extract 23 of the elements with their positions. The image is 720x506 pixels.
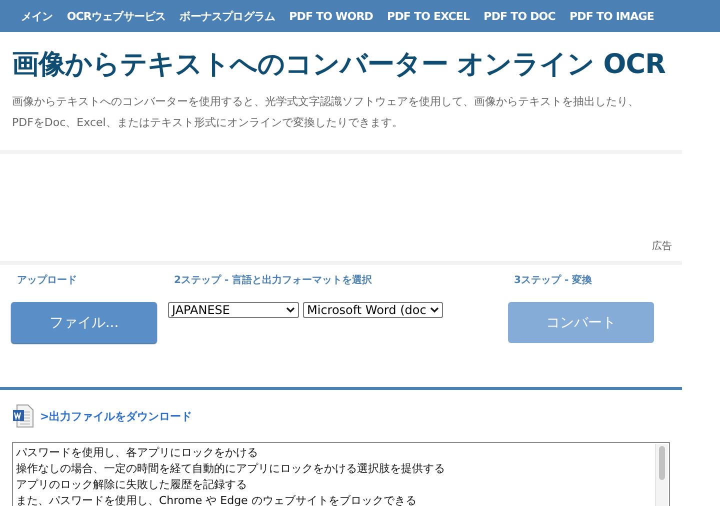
format-select[interactable]: Microsoft Word (doc (303, 302, 444, 318)
ad-label: 広告 (652, 240, 672, 253)
description-text: PDFをDoc、Excel、またはテキスト形式にオンラインで変換したりできます。 (12, 115, 404, 131)
nav-link[interactable]: ボーナスプログラム (172, 8, 282, 24)
chevron-icon (286, 307, 295, 313)
step-heading: 3ステップ - 変換 (514, 273, 594, 287)
description-text: 画像からテキストへのコンバーターを使用すると、光学式文字認識ソフトウェアを使用して、画像からテキストを抽出したり、 (12, 94, 640, 110)
chevron-icon (430, 307, 440, 313)
step-heading: 2ステップ - 言語と出力フォーマットを選択 (174, 273, 374, 287)
download-link[interactable]: >出力ファイルをダウンロード (40, 408, 192, 424)
file-button[interactable]: ファイル... (11, 302, 157, 343)
page-title: 画像からテキストへのコンバーター オンライン OCR (12, 48, 666, 82)
step-heading: アップロード (17, 273, 78, 287)
scrollbar[interactable] (655, 444, 668, 506)
nav-link[interactable]: PDF TO WORD (282, 10, 380, 22)
nav-link[interactable]: PDF TO EXCEL (380, 10, 477, 22)
nav-link[interactable]: PDF TO IMAGE (562, 10, 661, 22)
nav-link[interactable]: メイン (14, 8, 60, 24)
nav-link[interactable]: PDF TO DOC (476, 10, 562, 22)
nav-link[interactable]: OCRウェブサービス (60, 8, 173, 24)
language-select[interactable]: JAPANESE (168, 302, 299, 318)
result-text-area[interactable]: パスワードを使用し、各アプリにロックをかける 操作なしの場合、一定の時間を経て自動的にアプリにロックをかける選択肢を提供する アプリのロック解除に失敗した履歴を記録する また、パスワードを使用し、Chrome や Edge のウェブサイトをブロックできる (12, 442, 670, 506)
word-document-icon (12, 404, 34, 428)
